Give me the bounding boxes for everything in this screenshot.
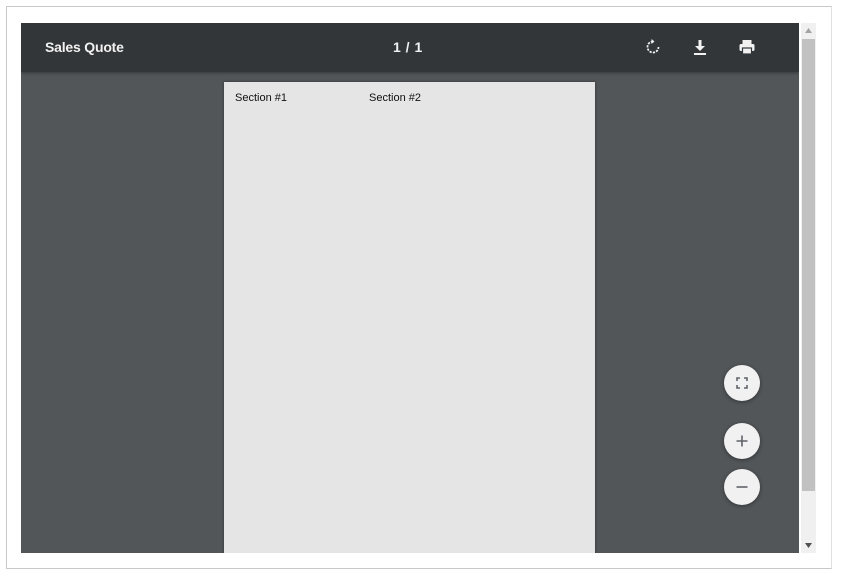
download-button[interactable]: [688, 35, 712, 59]
download-icon: [694, 40, 706, 55]
print-icon: [739, 40, 755, 55]
scroll-thumb[interactable]: [802, 39, 815, 491]
document-page: Section #1 Section #2: [224, 82, 595, 553]
fit-to-page-button[interactable]: [724, 365, 760, 401]
rotate-icon: [646, 39, 660, 54]
caret-up-icon: [805, 28, 812, 33]
section-label-2: Section #2: [369, 92, 421, 104]
page-indicator: 1 / 1: [393, 39, 423, 55]
fit-to-page-icon: [736, 377, 748, 389]
scroll-up-arrow[interactable]: [801, 23, 816, 38]
document-title: Sales Quote: [45, 39, 124, 55]
pdf-viewer: Sales Quote 1 / 1 Section #1 Section #2: [21, 23, 799, 553]
zoom-out-button[interactable]: [724, 469, 760, 505]
zoom-in-button[interactable]: [724, 423, 760, 459]
scroll-down-arrow[interactable]: [801, 538, 816, 553]
caret-down-icon: [805, 543, 812, 548]
viewer-toolbar: Sales Quote 1 / 1: [21, 23, 799, 72]
print-button[interactable]: [735, 35, 759, 59]
minus-icon: [736, 486, 748, 488]
rotate-button[interactable]: [641, 35, 665, 59]
plus-icon: [736, 435, 748, 447]
section-label-1: Section #1: [235, 92, 287, 104]
vertical-scrollbar[interactable]: [801, 23, 816, 553]
